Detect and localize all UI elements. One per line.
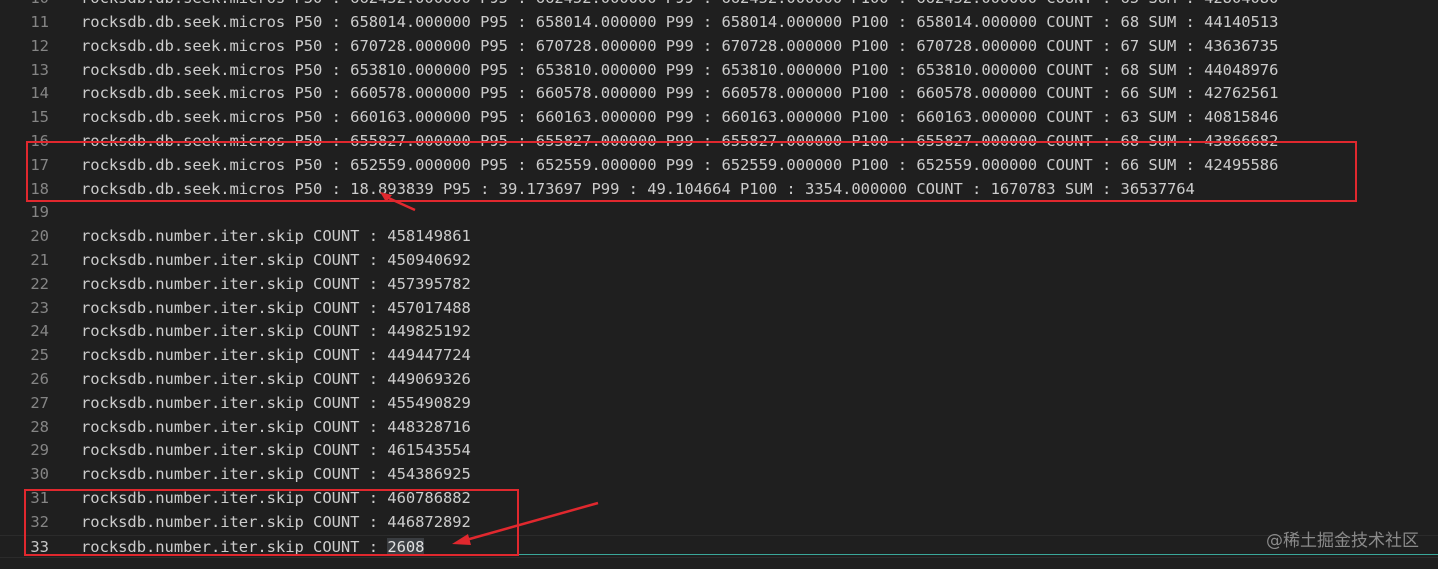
line-text[interactable]: rocksdb.number.iter.skip COUNT : 2608 (81, 536, 425, 560)
line-text[interactable]: rocksdb.number.iter.skip COUNT : 4570174… (81, 297, 471, 321)
line-text[interactable]: rocksdb.number.iter.skip COUNT : 4494477… (81, 344, 471, 368)
line-number: 12 (30, 36, 49, 55)
editor-line[interactable]: 22 rocksdb.number.iter.skip COUNT : 45739… (0, 273, 1438, 297)
line-text[interactable]: rocksdb.number.iter.skip COUNT : 4615435… (81, 439, 471, 463)
line-text[interactable]: rocksdb.number.iter.skip COUNT : 4581498… (81, 225, 471, 249)
line-text-content: rocksdb.number.iter.skip COUNT : 4543869… (81, 465, 471, 484)
line-number: 30 (30, 465, 49, 484)
line-number: 14 (30, 84, 49, 103)
line-text-content: rocksdb.db.seek.micros P50 : 653810.0000… (81, 60, 1279, 79)
line-text[interactable]: rocksdb.number.iter.skip COUNT : 4468728… (81, 511, 471, 535)
selected-text[interactable]: 2608 (387, 537, 425, 556)
line-number: 18 (30, 179, 49, 198)
line-text-content: rocksdb.number.iter.skip COUNT : 4615435… (81, 441, 471, 460)
editor-line[interactable]: 32 rocksdb.number.iter.skip COUNT : 44687… (0, 511, 1438, 535)
line-text-content: rocksdb.number.iter.skip COUNT : 4498251… (81, 322, 471, 341)
line-text[interactable]: rocksdb.number.iter.skip COUNT : 4554908… (81, 392, 471, 416)
editor-line[interactable]: 19 (0, 201, 1438, 225)
editor-line[interactable]: 27 rocksdb.number.iter.skip COUNT : 45549… (0, 392, 1438, 416)
editor-line[interactable]: 11 rocksdb.db.seek.micros P50 : 658014.00… (0, 11, 1438, 35)
line-number: 11 (30, 13, 49, 31)
editor-line[interactable]: 17 rocksdb.db.seek.micros P50 : 652559.00… (0, 154, 1438, 178)
line-text-content: rocksdb.number.iter.skip COUNT : 4468728… (81, 512, 471, 531)
line-text-content: rocksdb.db.seek.micros P50 : 660163.0000… (81, 108, 1279, 127)
line-text-content: rocksdb.number.iter.skip COUNT : 4573957… (81, 274, 471, 293)
line-number: 10 (0, 0, 49, 11)
line-text-content: rocksdb.number.iter.skip COUNT : 4494477… (81, 346, 471, 365)
editor-line[interactable]: 28 rocksdb.number.iter.skip COUNT : 44832… (0, 416, 1438, 440)
editor-line[interactable]: 14 rocksdb.db.seek.micros P50 : 660578.00… (0, 82, 1438, 106)
line-text[interactable]: rocksdb.db.seek.micros P50 : 660163.0000… (81, 106, 1278, 130)
line-text-content: rocksdb.db.seek.micros P50 : 670728.0000… (81, 36, 1279, 55)
line-text[interactable]: rocksdb.db.seek.micros P50 : 18.893839 P… (81, 178, 1195, 202)
watermark: @稀土掘金技术社区 (1266, 531, 1419, 551)
line-number: 33 (30, 537, 49, 556)
line-text[interactable]: rocksdb.number.iter.skip COUNT : 4483287… (81, 416, 471, 440)
editor-line[interactable]: 29 rocksdb.number.iter.skip COUNT : 46154… (0, 439, 1438, 463)
line-text[interactable]: rocksdb.db.seek.micros P50 : 652559.0000… (81, 154, 1278, 178)
line-number: 17 (30, 155, 49, 174)
line-number: 27 (30, 393, 49, 412)
line-number: 19 (30, 203, 49, 222)
editor-line[interactable]: 20 rocksdb.number.iter.skip COUNT : 45814… (0, 225, 1438, 249)
line-text[interactable]: rocksdb.db.seek.micros P50 : 660578.0000… (81, 82, 1278, 106)
editor-line[interactable]: 24 rocksdb.number.iter.skip COUNT : 44982… (0, 320, 1438, 344)
line-text[interactable]: rocksdb.db.seek.micros P50 : 658014.0000… (81, 11, 1278, 35)
editor-line[interactable]: 16 rocksdb.db.seek.micros P50 : 655827.00… (0, 130, 1438, 154)
line-text-content: rocksdb.db.seek.micros P50 : 660578.0000… (81, 84, 1279, 103)
line-text-content: rocksdb.number.iter.skip COUNT : 4554908… (81, 393, 471, 412)
line-number: 24 (30, 322, 49, 341)
line-text-content: rocksdb.number.iter.skip COUNT : 4490693… (81, 370, 471, 388)
editor-line[interactable]: 25 rocksdb.number.iter.skip COUNT : 44944… (0, 344, 1438, 368)
line-text[interactable]: rocksdb.number.iter.skip COUNT : 4573957… (81, 273, 471, 297)
line-text[interactable]: rocksdb.number.iter.skip COUNT : 4607868… (81, 487, 471, 511)
editor-line[interactable]: 10 rocksdb.db.seek.micros P50 : 662452.00… (0, 0, 1438, 11)
line-number: 20 (30, 227, 49, 246)
line-number: 23 (30, 298, 49, 317)
line-number: 16 (30, 132, 49, 150)
editor-line[interactable]: 23 rocksdb.number.iter.skip COUNT : 45701… (0, 297, 1438, 321)
editor-line[interactable]: 18 rocksdb.db.seek.micros P50 : 18.893839… (0, 178, 1438, 202)
line-number: 22 (30, 274, 49, 293)
line-number: 31 (30, 489, 49, 507)
line-text[interactable]: rocksdb.db.seek.micros P50 : 655827.0000… (81, 130, 1278, 154)
line-text[interactable]: rocksdb.number.iter.skip COUNT : 4490693… (81, 368, 471, 392)
line-number: 32 (30, 512, 49, 531)
line-number: 25 (30, 346, 49, 365)
line-text[interactable]: rocksdb.number.iter.skip COUNT : 4543869… (81, 463, 471, 487)
editor-line[interactable]: 12 rocksdb.db.seek.micros P50 : 670728.00… (0, 35, 1438, 59)
line-text[interactable]: rocksdb.db.seek.micros P50 : 662452.0000… (81, 0, 1278, 11)
line-text-content: rocksdb.number.iter.skip COUNT : 4570174… (81, 298, 471, 317)
line-number: 21 (30, 251, 49, 269)
editor-line[interactable]: 31 rocksdb.number.iter.skip COUNT : 46078… (0, 487, 1438, 511)
line-text[interactable]: rocksdb.number.iter.skip COUNT : 4509406… (81, 249, 471, 273)
editor-line[interactable]: 21 rocksdb.number.iter.skip COUNT : 45094… (0, 249, 1438, 273)
line-text-content: rocksdb.number.iter.skip COUNT : 4607868… (81, 489, 471, 507)
line-text[interactable]: rocksdb.db.seek.micros P50 : 653810.0000… (81, 59, 1278, 83)
line-number: 13 (30, 60, 49, 79)
line-text[interactable]: rocksdb.number.iter.skip COUNT : 4498251… (81, 320, 471, 344)
line-text-content: rocksdb.number.iter.skip COUNT : 4581498… (81, 227, 471, 246)
editor-line[interactable]: 13 rocksdb.db.seek.micros P50 : 653810.00… (0, 59, 1438, 83)
editor-line[interactable]: 30 rocksdb.number.iter.skip COUNT : 45438… (0, 463, 1438, 487)
line-text-content: rocksdb.db.seek.micros P50 : 658014.0000… (81, 13, 1279, 31)
editor-line[interactable]: 26 rocksdb.number.iter.skip COUNT : 44906… (0, 368, 1438, 392)
line-text-content: rocksdb.number.iter.skip COUNT : 4483287… (81, 417, 471, 436)
line-number: 29 (30, 441, 49, 460)
line-text-content: rocksdb.db.seek.micros P50 : 18.893839 P… (81, 179, 1195, 198)
line-text[interactable]: rocksdb.db.seek.micros P50 : 670728.0000… (81, 35, 1278, 59)
line-text-content: rocksdb.number.iter.skip COUNT : 4509406… (81, 251, 471, 269)
line-number: 28 (30, 417, 49, 436)
line-text-content: rocksdb.number.iter.skip COUNT : (81, 537, 388, 556)
code-editor[interactable]: 10 rocksdb.db.seek.micros P50 : 662452.00… (0, 0, 1438, 569)
line-text-content: rocksdb.db.seek.micros P50 : 655827.0000… (81, 132, 1279, 150)
line-text-content: rocksdb.db.seek.micros P50 : 652559.0000… (81, 155, 1279, 174)
line-number: 15 (30, 108, 49, 127)
editor-line[interactable]: 15 rocksdb.db.seek.micros P50 : 660163.00… (0, 106, 1438, 130)
line-text-content: rocksdb.db.seek.micros P50 : 662452.0000… (81, 0, 1278, 7)
line-number: 26 (30, 370, 49, 388)
current-line-indicator (438, 554, 1438, 555)
